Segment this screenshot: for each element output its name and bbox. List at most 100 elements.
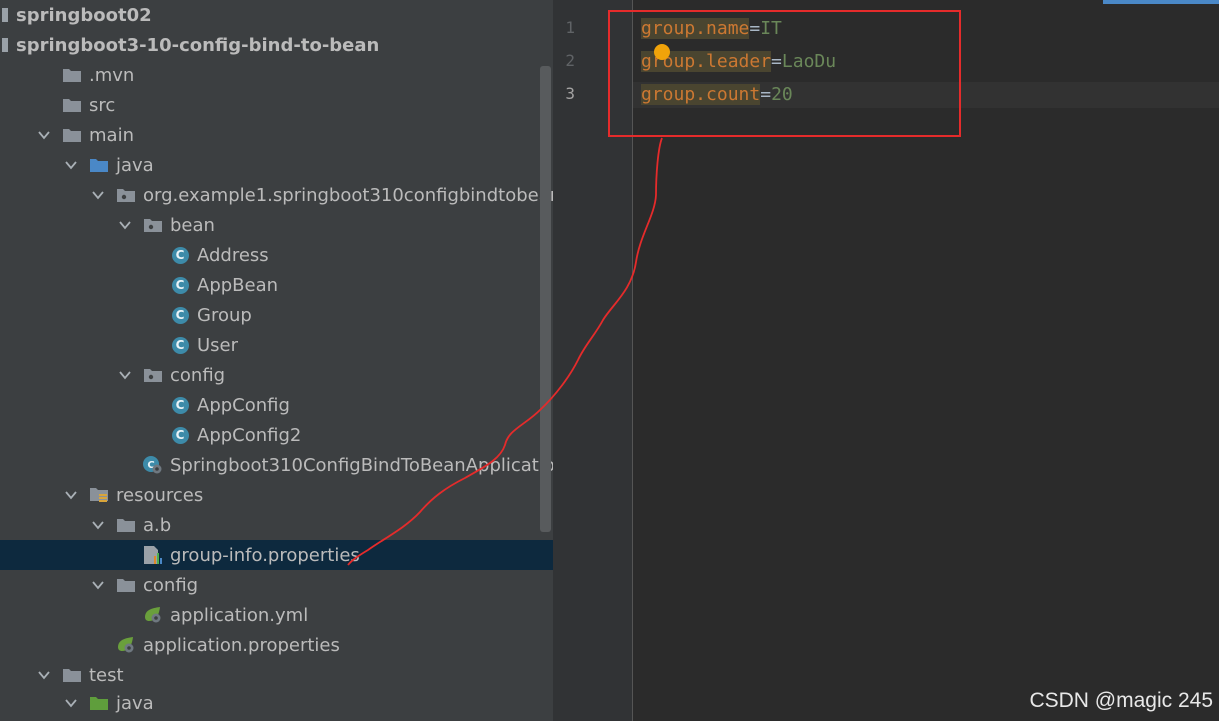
folder-icon [61, 126, 83, 144]
tree-item-config[interactable]: config [0, 360, 553, 390]
chevron-down-icon[interactable] [37, 128, 51, 142]
line-number: 1 [565, 18, 575, 37]
tree-item-a-b[interactable]: a.b [0, 510, 553, 540]
tree-item-label: AppBean [197, 274, 279, 296]
tree-item-src[interactable]: src [0, 90, 553, 120]
tree-item-label: AppConfig [197, 394, 290, 416]
tree-item-java[interactable]: java [0, 688, 553, 718]
tree-item-springboot310configbindtobeanapplication[interactable]: C Springboot310ConfigBindToBeanApplicatio… [0, 450, 553, 480]
tree-item-java[interactable]: java [0, 150, 553, 180]
tree-item-group-info-properties[interactable]: group-info.properties [0, 540, 553, 570]
tree-item-label: User [197, 334, 239, 356]
tree-item-label: application.yml [170, 604, 309, 626]
tree-arrow-placeholder [37, 98, 51, 112]
tree-item-appbean[interactable]: C AppBean [0, 270, 553, 300]
class-icon: C [169, 396, 191, 414]
tree-item-group[interactable]: C Group [0, 300, 553, 330]
gutter-divider [632, 0, 633, 721]
project-tree-panel: springboot02 springboot3-10-config-bind-t… [0, 0, 553, 721]
editor-panel[interactable]: 1 2 3 group.name=IT group.leader=LaoDu g… [553, 0, 1219, 721]
chevron-down-icon[interactable] [91, 188, 105, 202]
tree-item-label: springboot3-10-config-bind-to-bean [16, 34, 380, 56]
editor-gutter: 1 2 3 [553, 0, 632, 721]
test-folder-icon [88, 694, 110, 712]
resources-folder-icon [88, 486, 110, 504]
code-line-current[interactable]: group.count=20 [633, 82, 1219, 108]
tree-arrow-placeholder [145, 398, 159, 412]
tree-arrow-placeholder [145, 278, 159, 292]
active-tab-indicator [1103, 0, 1219, 4]
code-line[interactable]: group.leader=LaoDu [641, 49, 836, 75]
property-value: 20 [771, 84, 793, 105]
tree-item-bean[interactable]: bean [0, 210, 553, 240]
tree-item-appconfig[interactable]: C AppConfig [0, 390, 553, 420]
package-icon [142, 216, 164, 234]
property-key: group.count [641, 84, 761, 105]
tree-item-springboot02[interactable]: springboot02 [0, 0, 553, 30]
tree-item-resources[interactable]: resources [0, 480, 553, 510]
tree-arrow-placeholder [145, 338, 159, 352]
line-number: 2 [565, 51, 575, 70]
class-icon-letter: C [171, 276, 189, 294]
tree-item-test[interactable]: test [0, 660, 553, 690]
tree-item-label: .mvn [89, 64, 135, 86]
tree-item-user[interactable]: C User [0, 330, 553, 360]
class-icon: C [169, 306, 191, 324]
tree-item-main[interactable]: main [0, 120, 553, 150]
tree-item-label: config [170, 364, 226, 386]
chevron-down-icon[interactable] [91, 518, 105, 532]
source-folder-icon [88, 156, 110, 174]
class-icon-letter: C [171, 426, 189, 444]
line-number: 3 [565, 84, 575, 103]
chevron-down-icon[interactable] [64, 158, 78, 172]
tree-arrow-placeholder [91, 638, 105, 652]
folder-icon [61, 66, 83, 84]
class-icon-letter: C [171, 396, 189, 414]
chevron-down-icon[interactable] [118, 368, 132, 382]
tree-item-label: bean [170, 214, 215, 236]
tree-item-label: a.b [143, 514, 172, 536]
tree-item-label: Address [197, 244, 269, 266]
chevron-down-icon[interactable] [118, 218, 132, 232]
class-icon: C [169, 246, 191, 264]
class-icon-letter: C [171, 336, 189, 354]
spring-config-icon [142, 606, 164, 624]
class-icon: C [169, 426, 191, 444]
tree-item-label: springboot02 [16, 4, 152, 26]
class-icon: C [169, 276, 191, 294]
tree-item-label: src [89, 94, 116, 116]
chevron-down-icon[interactable] [64, 696, 78, 710]
tree-item-label: resources [116, 484, 204, 506]
tree-item-springboot3-10-config-bind-to-bean[interactable]: springboot3-10-config-bind-to-bean [0, 30, 553, 60]
folder-icon [61, 666, 83, 684]
tree-item-address[interactable]: C Address [0, 240, 553, 270]
tree-item-label: java [116, 692, 154, 714]
tree-item-label: application.properties [143, 634, 340, 656]
tree-arrow-placeholder [37, 68, 51, 82]
tree-item-org-example1-springboot310configbindtobean[interactable]: org.example1.springboot310configbindtobe… [0, 180, 553, 210]
tree-arrow-placeholder [118, 608, 132, 622]
tree-item-application-yml[interactable]: application.yml [0, 600, 553, 630]
chevron-down-icon[interactable] [37, 668, 51, 682]
tree-item-label: Springboot310ConfigBindToBeanApplication [170, 454, 553, 476]
chevron-down-icon[interactable] [64, 488, 78, 502]
tree-item-label: Group [197, 304, 252, 326]
chevron-down-icon[interactable] [91, 578, 105, 592]
module-icon [2, 6, 14, 24]
tree-item-appconfig2[interactable]: C AppConfig2 [0, 420, 553, 450]
property-separator: = [760, 84, 772, 105]
property-key: group.name [641, 18, 750, 39]
package-icon [115, 186, 137, 204]
code-line[interactable]: group.name=IT [641, 16, 782, 42]
folder-icon [61, 96, 83, 114]
properties-file-icon [142, 546, 164, 564]
tree-item-label: java [116, 154, 154, 176]
tree-item-application-properties[interactable]: application.properties [0, 630, 553, 660]
tree-item-mvn[interactable]: .mvn [0, 60, 553, 90]
class-icon-letter: C [171, 246, 189, 264]
package-icon [142, 366, 164, 384]
tree-item-config[interactable]: config [0, 570, 553, 600]
tree-scrollbar[interactable] [540, 66, 551, 532]
tree-item-label: main [89, 124, 134, 146]
lightbulb-icon[interactable] [654, 44, 670, 60]
